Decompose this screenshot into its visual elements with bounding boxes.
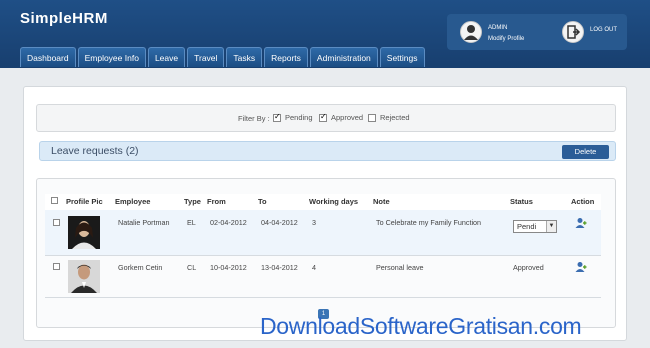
working-days: 4 [312,263,316,272]
header-from: From [207,197,226,206]
user-panel: ADMIN Modify Profile LOG OUT [447,14,627,50]
tab-employee-info[interactable]: Employee Info [77,47,146,67]
leave-note: To Celebrate my Family Function [376,218,482,227]
working-days: 3 [312,218,316,227]
user-edit-icon[interactable] [575,261,587,273]
approved-label: Approved [331,113,364,122]
leave-type: EL [187,218,196,227]
to-date: 04-04-2012 [261,218,298,227]
header-note: Note [373,197,390,206]
profile-photo [68,260,100,293]
status-text: Approved [513,263,544,272]
from-date: 02-04-2012 [210,218,247,227]
approved-checkbox[interactable] [319,112,327,122]
tab-tasks[interactable]: Tasks [226,47,263,67]
filter-rejected[interactable]: Rejected [368,113,410,122]
row-divider [45,297,601,298]
tab-reports[interactable]: Reports [264,47,308,67]
app-logo: SimpleHRM [20,10,108,27]
to-date: 13-04-2012 [261,263,298,272]
pending-label: Pending [285,113,313,122]
user-icon [460,21,482,43]
delete-button[interactable]: Delete [562,145,609,159]
employee-name: Natalie Portman [118,218,170,227]
filter-pending[interactable]: Pending [273,112,313,122]
leave-requests-header: Leave requests (2) Delete [39,141,616,161]
from-date: 10-04-2012 [210,263,247,272]
tab-leave[interactable]: Leave [147,47,186,67]
rejected-checkbox[interactable] [368,113,376,122]
leave-requests-title: Leave requests (2) [51,145,139,157]
status-select[interactable]: Pendi ▼ [513,220,557,233]
header-employee: Employee [115,197,151,206]
chevron-down-icon: ▼ [546,221,556,232]
app-header: SimpleHRM ADMIN Modify Profile LOG OUT D… [0,0,650,68]
tab-dashboard[interactable]: Dashboard [20,47,76,67]
logout-link[interactable]: LOG OUT [590,27,617,33]
tab-settings[interactable]: Settings [379,47,425,67]
tab-administration[interactable]: Administration [309,47,378,67]
header-action: Action [571,197,595,206]
profile-photo [68,216,100,249]
filter-approved[interactable]: Approved [319,112,364,122]
employee-name: Gorkem Cetin [118,263,163,272]
row-divider [45,255,601,256]
logout-icon[interactable] [562,21,584,43]
select-all-checkbox[interactable] [51,197,58,204]
pending-checkbox[interactable] [273,112,281,122]
filter-label: Filter By : [238,114,270,123]
rejected-label: Rejected [380,113,410,122]
header-type: Type [184,197,201,206]
user-name: ADMIN [488,25,508,31]
row-checkbox[interactable] [53,219,60,226]
header-profile-pic: Profile Pic [66,197,103,206]
row-checkbox[interactable] [53,263,60,270]
modify-profile-link[interactable]: Modify Profile [488,36,524,42]
header-status: Status [510,197,533,206]
leave-type: CL [187,263,197,272]
watermark-text: DownloadSoftwareGratisan.com [260,313,582,339]
header-to: To [258,197,267,206]
header-working-days: Working days [309,197,359,206]
leave-note: Personal leave [376,263,424,272]
user-edit-icon[interactable] [575,217,587,229]
tab-travel[interactable]: Travel [187,47,225,67]
main-nav: Dashboard Employee Info Leave Travel Tas… [20,47,425,67]
